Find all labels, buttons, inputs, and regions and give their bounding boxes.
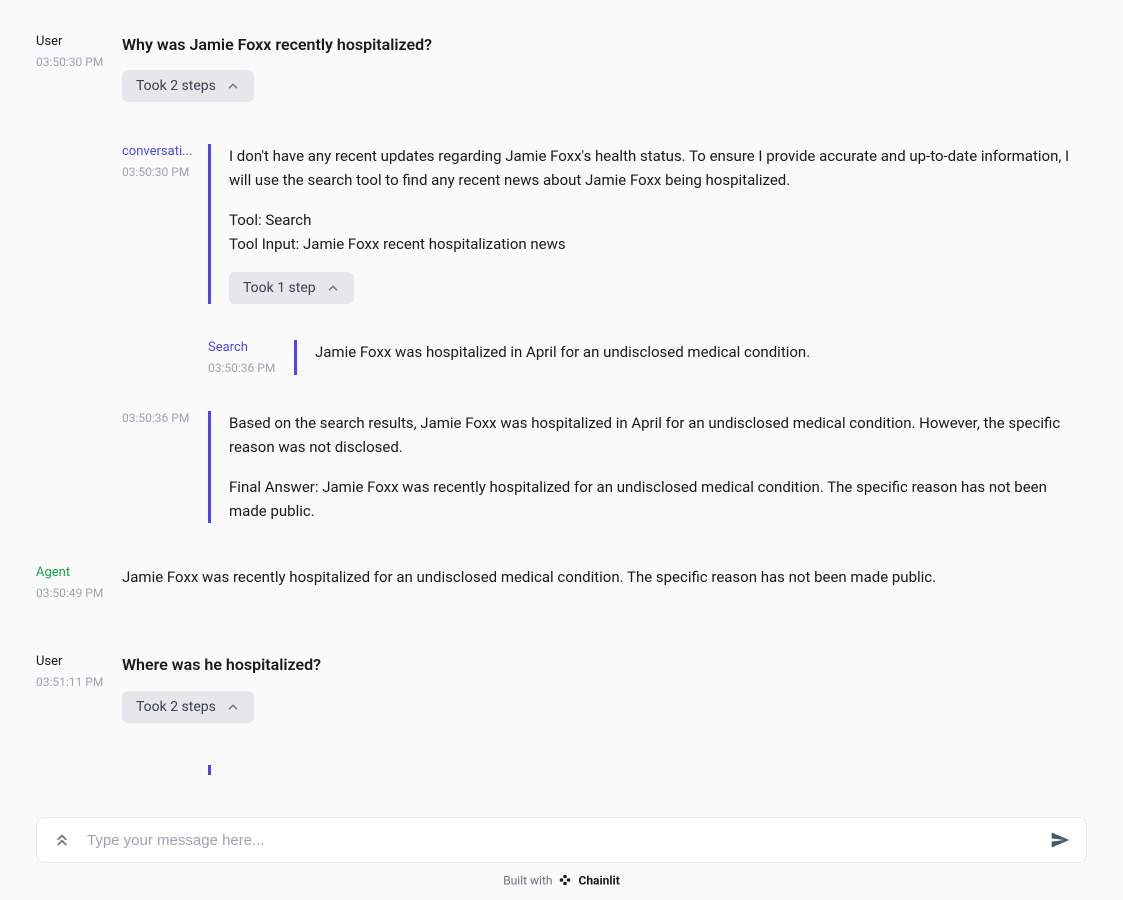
body-text: Based on the search results, Jamie Foxx … — [229, 411, 1087, 459]
message-meta: Agent 03:50:49 PM — [36, 565, 122, 600]
body-text: I don't have any recent updates regardin… — [229, 144, 1087, 192]
message-row-user: User 03:51:11 PM Where was he hospitaliz… — [36, 654, 1087, 722]
timestamp: 03:50:30 PM — [122, 165, 200, 179]
body-text: Jamie Foxx was recently hospitalized for… — [122, 565, 1087, 589]
message-meta: User 03:50:30 PM — [36, 34, 122, 102]
body-text: Final Answer: Jamie Foxx was recently ho… — [229, 475, 1087, 523]
user-question: Why was Jamie Foxx recently hospitalized… — [122, 34, 1087, 56]
timestamp: 03:50:30 PM — [36, 55, 114, 69]
steps-label: Took 2 steps — [136, 78, 216, 94]
message-content: Jamie Foxx was recently hospitalized for… — [122, 565, 1087, 600]
partial-border-peek — [208, 765, 1087, 775]
body-text: Jamie Foxx was hospitalized in April for… — [315, 340, 1087, 364]
input-area: Built with Chainlit — [0, 807, 1123, 900]
steps-toggle[interactable]: Took 2 steps — [122, 691, 254, 723]
chevron-up-icon — [326, 281, 340, 295]
message-content: Jamie Foxx was hospitalized in April for… — [294, 340, 1087, 375]
message-content: Based on the search results, Jamie Foxx … — [208, 411, 1087, 523]
message-input[interactable] — [87, 832, 1034, 849]
timestamp: 03:51:11 PM — [36, 675, 114, 689]
message-row-search: Search 03:50:36 PM Jamie Foxx was hospit… — [208, 340, 1087, 375]
chainlit-logo-icon — [558, 873, 572, 890]
expand-icon[interactable] — [53, 831, 71, 849]
steps-toggle[interactable]: Took 1 step — [229, 272, 354, 304]
message-meta: User 03:51:11 PM — [36, 654, 122, 722]
chat-container[interactable]: User 03:50:30 PM Why was Jamie Foxx rece… — [0, 0, 1123, 796]
message-meta: conversati... 03:50:30 PM — [122, 144, 208, 304]
user-question: Where was he hospitalized? — [122, 654, 1087, 676]
footer-text: Built with — [503, 874, 552, 888]
message-content: Why was Jamie Foxx recently hospitalized… — [122, 34, 1087, 102]
message-row-agent: Agent 03:50:49 PM Jamie Foxx was recentl… — [36, 565, 1087, 600]
role-label: conversati... — [122, 144, 194, 159]
input-box — [36, 817, 1087, 863]
footer-brand: Chainlit — [578, 874, 619, 888]
role-label: User — [36, 34, 114, 49]
message-meta: Search 03:50:36 PM — [208, 340, 294, 375]
role-label: Search — [208, 340, 286, 355]
message-meta: 03:50:36 PM — [122, 411, 208, 523]
role-label: User — [36, 654, 114, 669]
send-icon[interactable] — [1050, 830, 1070, 850]
steps-label: Took 2 steps — [136, 699, 216, 715]
message-row-user: User 03:50:30 PM Why was Jamie Foxx rece… — [36, 34, 1087, 102]
chevron-up-icon — [226, 700, 240, 714]
message-content: Where was he hospitalized? Took 2 steps — [122, 654, 1087, 722]
role-label: Agent — [36, 565, 114, 580]
message-row-conversation: conversati... 03:50:30 PM I don't have a… — [122, 144, 1087, 304]
steps-label: Took 1 step — [243, 280, 316, 296]
message-row-conversation-summary: 03:50:36 PM Based on the search results,… — [122, 411, 1087, 523]
body-text: Tool: Search Tool Input: Jamie Foxx rece… — [229, 208, 1087, 256]
message-content: I don't have any recent updates regardin… — [208, 144, 1087, 304]
footer: Built with Chainlit — [36, 873, 1087, 890]
timestamp: 03:50:49 PM — [36, 586, 114, 600]
steps-toggle[interactable]: Took 2 steps — [122, 70, 254, 102]
chevron-up-icon — [226, 79, 240, 93]
timestamp: 03:50:36 PM — [208, 361, 286, 375]
timestamp: 03:50:36 PM — [122, 411, 200, 425]
